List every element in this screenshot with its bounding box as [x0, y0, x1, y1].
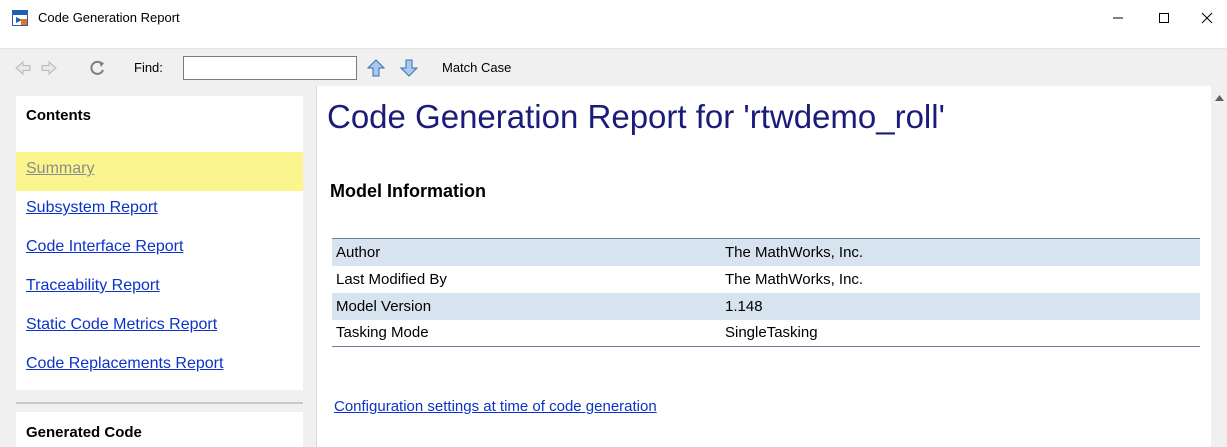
refresh-icon[interactable]	[88, 59, 106, 77]
contents-nav: Summary Subsystem Report Code Interface …	[16, 152, 303, 386]
contents-card: Contents Summary Subsystem Report Code I…	[16, 96, 303, 390]
app-icon	[12, 10, 28, 26]
window-title: Code Generation Report	[38, 10, 180, 25]
row-key: Last Modified By	[336, 270, 447, 288]
nav-link-code-interface-report[interactable]: Code Interface Report	[16, 230, 303, 269]
contents-title: Contents	[26, 107, 91, 124]
report-title: Code Generation Report for 'rtwdemo_roll…	[327, 98, 945, 135]
table-row: Model Version 1.148	[332, 292, 1200, 320]
row-key: Model Version	[336, 297, 432, 315]
table-row: Last Modified By The MathWorks, Inc.	[332, 266, 1200, 293]
find-label: Find:	[134, 60, 163, 75]
generated-code-title: Generated Code	[26, 424, 142, 441]
table-row: Author The MathWorks, Inc.	[332, 238, 1200, 266]
maximize-icon	[1159, 13, 1169, 23]
report-content: Code Generation Report for 'rtwdemo_roll…	[316, 86, 1211, 447]
vertical-scrollbar[interactable]	[1211, 86, 1227, 447]
back-arrow-icon[interactable]	[14, 59, 32, 77]
minimize-icon	[1113, 17, 1123, 19]
forward-arrow-icon[interactable]	[40, 59, 58, 77]
row-key: Tasking Mode	[336, 324, 429, 342]
close-icon	[1201, 12, 1213, 24]
configuration-settings-link[interactable]: Configuration settings at time of code g…	[334, 398, 657, 415]
table-row: Tasking Mode SingleTasking	[332, 320, 1200, 347]
find-up-icon[interactable]	[366, 59, 386, 77]
title-bar: Code Generation Report	[0, 0, 1227, 36]
sidebar-divider	[16, 402, 303, 404]
nav-link-code-replacements-report[interactable]: Code Replacements Report	[16, 347, 303, 386]
nav-link-subsystem-report[interactable]: Subsystem Report	[16, 191, 303, 230]
find-input[interactable]	[183, 56, 357, 80]
row-value: SingleTasking	[725, 324, 818, 342]
generated-code-card: Generated Code	[16, 412, 303, 447]
nav-link-summary[interactable]: Summary	[16, 152, 303, 191]
minimize-button[interactable]	[1095, 0, 1141, 36]
toolbar: Find: Match Case	[0, 48, 1227, 86]
scroll-up-icon[interactable]	[1211, 90, 1227, 106]
contents-pane: Contents Summary Subsystem Report Code I…	[0, 86, 316, 447]
find-down-icon[interactable]	[399, 59, 419, 77]
model-information-table: Author The MathWorks, Inc. Last Modified…	[332, 238, 1200, 347]
match-case-toggle[interactable]: Match Case	[442, 60, 511, 75]
close-button[interactable]	[1187, 0, 1227, 36]
nav-link-static-code-metrics-report[interactable]: Static Code Metrics Report	[16, 308, 303, 347]
row-key: Author	[336, 243, 381, 261]
section-title-model-information: Model Information	[330, 181, 486, 201]
row-value: The MathWorks, Inc.	[725, 243, 864, 261]
row-value: 1.148	[725, 297, 763, 315]
row-value: The MathWorks, Inc.	[725, 270, 864, 288]
nav-link-traceability-report[interactable]: Traceability Report	[16, 269, 303, 308]
maximize-button[interactable]	[1141, 0, 1187, 36]
